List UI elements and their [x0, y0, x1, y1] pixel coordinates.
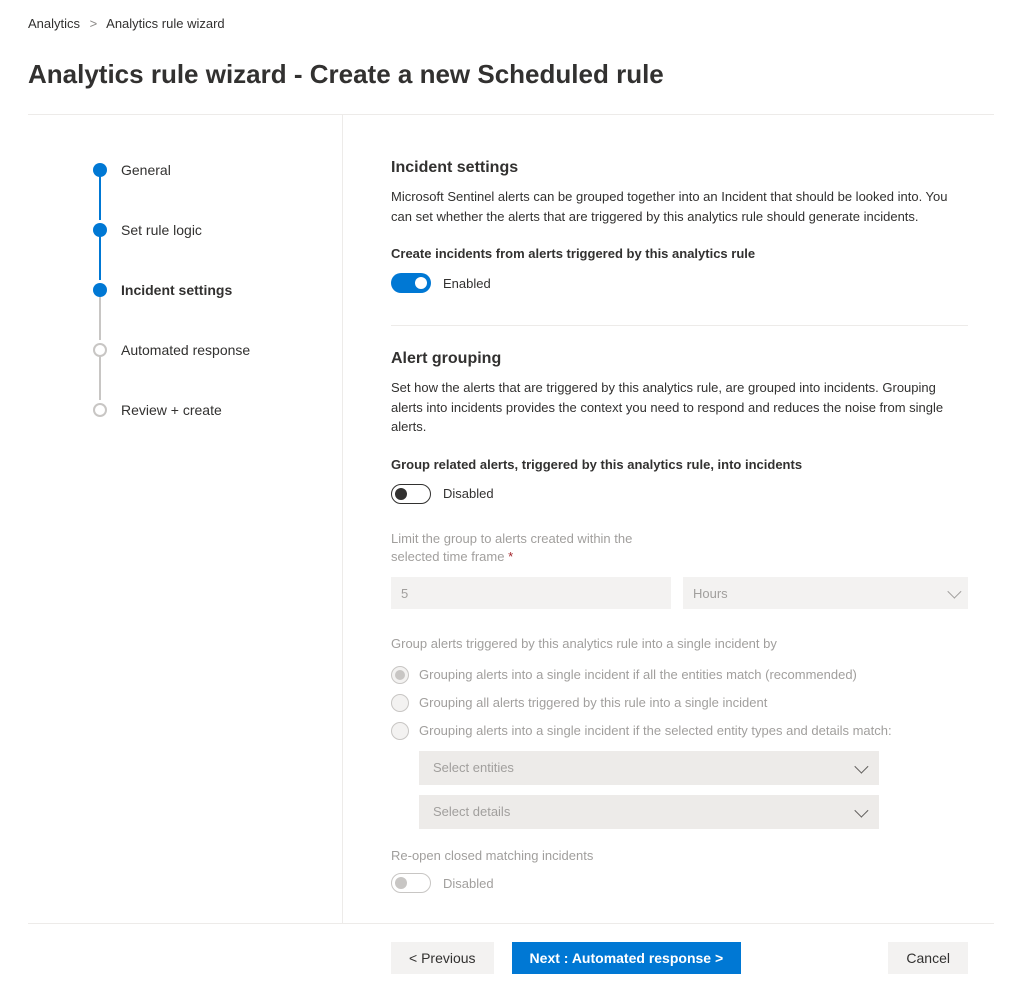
alert-grouping-desc: Set how the alerts that are triggered by… — [391, 378, 951, 437]
next-button[interactable]: Next : Automated response > — [512, 942, 742, 974]
breadcrumb: Analytics > Analytics rule wizard — [28, 16, 994, 31]
page-title: Analytics rule wizard - Create a new Sch… — [28, 59, 994, 90]
radio-label: Grouping alerts into a single incident i… — [419, 666, 857, 684]
step-connector — [99, 174, 101, 220]
group-related-toggle[interactable] — [391, 484, 431, 504]
main-panel: General Set rule logic Incident settings… — [28, 114, 994, 924]
group-related-toggle-text: Disabled — [443, 486, 494, 501]
timeframe-unit-dropdown[interactable]: Hours — [683, 577, 968, 609]
cancel-button[interactable]: Cancel — [888, 942, 968, 974]
chevron-down-icon — [854, 759, 868, 773]
timeframe-label: Limit the group to alerts created within… — [391, 530, 671, 568]
group-by-radio-group: Grouping alerts into a single incident i… — [391, 666, 968, 829]
step-connector — [99, 294, 101, 340]
radio-all-alerts[interactable]: Grouping all alerts triggered by this ru… — [391, 694, 968, 712]
toggle-knob — [415, 277, 427, 289]
dropdown-value: Hours — [693, 586, 728, 601]
create-incidents-label: Create incidents from alerts triggered b… — [391, 246, 968, 261]
step-label: General — [121, 162, 171, 178]
radio-icon — [391, 666, 409, 684]
breadcrumb-separator: > — [90, 16, 98, 31]
alert-grouping-title: Alert grouping — [391, 350, 968, 368]
dropdown-placeholder: Select details — [433, 804, 510, 819]
wizard-footer: < Previous Next : Automated response > C… — [28, 924, 994, 974]
radio-entities-match[interactable]: Grouping alerts into a single incident i… — [391, 666, 968, 684]
toggle-knob — [395, 488, 407, 500]
group-related-label: Group related alerts, triggered by this … — [391, 457, 968, 472]
reopen-label: Re-open closed matching incidents — [391, 847, 968, 866]
step-dot-icon — [93, 283, 107, 297]
step-dot-icon — [93, 223, 107, 237]
step-incident-settings[interactable]: Incident settings — [93, 280, 342, 300]
breadcrumb-current: Analytics rule wizard — [106, 16, 225, 31]
step-label: Set rule logic — [121, 222, 202, 238]
step-dot-icon — [93, 163, 107, 177]
incident-settings-title: Incident settings — [391, 159, 968, 177]
select-entities-dropdown[interactable]: Select entities — [419, 751, 879, 785]
content-pane: Incident settings Microsoft Sentinel ale… — [343, 115, 994, 923]
required-asterisk: * — [508, 549, 513, 564]
step-label: Review + create — [121, 402, 222, 418]
select-details-dropdown[interactable]: Select details — [419, 795, 879, 829]
radio-label: Grouping all alerts triggered by this ru… — [419, 694, 767, 712]
reopen-toggle[interactable] — [391, 873, 431, 893]
radio-icon — [391, 694, 409, 712]
incident-settings-desc: Microsoft Sentinel alerts can be grouped… — [391, 187, 951, 226]
create-incidents-toggle[interactable] — [391, 273, 431, 293]
step-dot-icon — [93, 343, 107, 357]
timeframe-value-input[interactable] — [391, 577, 671, 609]
create-incidents-toggle-text: Enabled — [443, 276, 491, 291]
radio-icon — [391, 722, 409, 740]
step-label: Incident settings — [121, 282, 232, 298]
wizard-steps: General Set rule logic Incident settings… — [28, 115, 343, 923]
step-label: Automated response — [121, 342, 250, 358]
step-dot-icon — [93, 403, 107, 417]
step-automated-response[interactable]: Automated response — [93, 340, 342, 360]
reopen-toggle-text: Disabled — [443, 876, 494, 891]
group-by-label: Group alerts triggered by this analytics… — [391, 635, 968, 654]
step-review-create[interactable]: Review + create — [93, 400, 342, 420]
radio-label: Grouping alerts into a single incident i… — [419, 722, 892, 740]
divider — [391, 325, 968, 326]
breadcrumb-root[interactable]: Analytics — [28, 16, 80, 31]
chevron-down-icon — [854, 803, 868, 817]
step-general[interactable]: General — [93, 160, 342, 180]
chevron-down-icon — [947, 585, 961, 599]
step-connector — [99, 354, 101, 400]
previous-button[interactable]: < Previous — [391, 942, 494, 974]
radio-selected-types[interactable]: Grouping alerts into a single incident i… — [391, 722, 968, 740]
step-connector — [99, 234, 101, 280]
step-set-rule-logic[interactable]: Set rule logic — [93, 220, 342, 240]
toggle-knob — [395, 877, 407, 889]
dropdown-placeholder: Select entities — [433, 760, 514, 775]
